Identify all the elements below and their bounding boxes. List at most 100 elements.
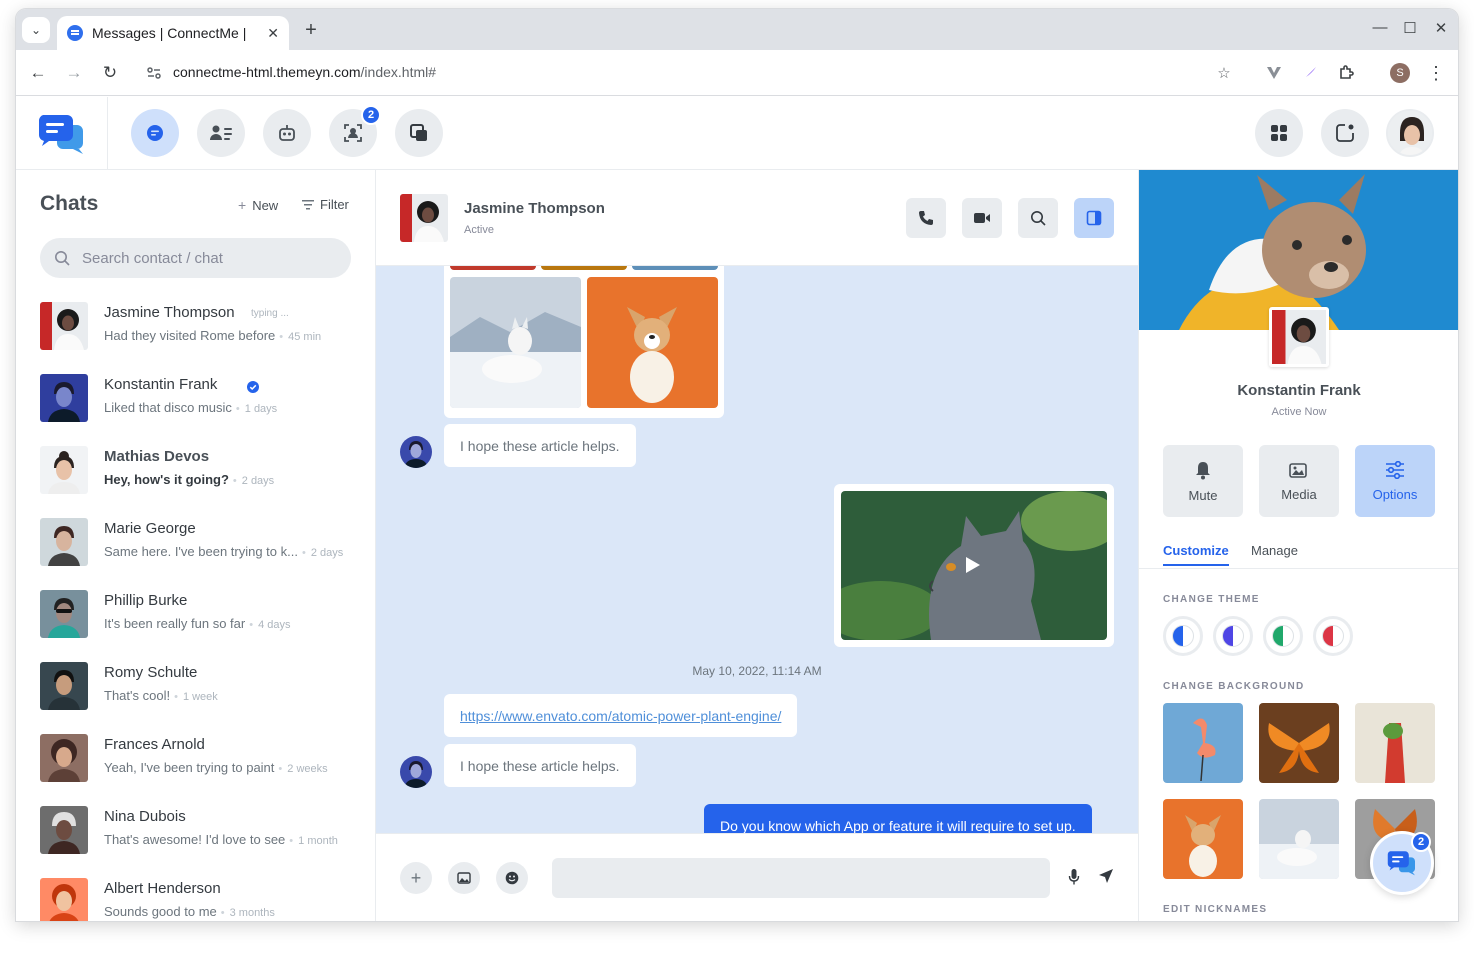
chat-list-item[interactable]: Jasmine Thompson typing ... Had they vis… (40, 298, 360, 354)
media-button[interactable]: Media (1259, 445, 1339, 517)
grid-icon (1271, 125, 1287, 141)
avatar[interactable] (400, 194, 448, 242)
chat-list-item[interactable]: Nina Dubois That's awesome! I'd love to … (40, 802, 360, 858)
add-attachment-button[interactable]: + (400, 862, 432, 894)
theme-indigo-option[interactable] (1213, 616, 1253, 656)
nav-stories-button[interactable] (395, 109, 443, 157)
sliders-icon (1386, 460, 1404, 479)
chat-list-item[interactable]: Marie George Same here. I've been trying… (40, 514, 360, 570)
chat-list-item[interactable]: Albert Henderson Sounds good to me3 mont… (40, 874, 360, 921)
chat-favicon-icon (67, 25, 83, 41)
video-icon (974, 213, 990, 223)
filter-icon (302, 199, 314, 209)
chat-list-item[interactable]: Phillip Burke It's been really fun so fa… (40, 586, 360, 642)
app-logo[interactable] (16, 97, 108, 170)
back-icon[interactable]: ← (28, 63, 48, 83)
search-messages-button[interactable] (1018, 198, 1058, 238)
tab-divider (1139, 568, 1458, 569)
background-frog-option[interactable] (1355, 703, 1435, 783)
mute-button[interactable]: Mute (1163, 445, 1243, 517)
new-tab-button[interactable]: + (299, 18, 323, 42)
nav-contacts-button[interactable] (197, 109, 245, 157)
voice-call-button[interactable] (906, 198, 946, 238)
notifications-button[interactable] (1321, 109, 1369, 157)
avatar (40, 662, 88, 710)
new-chat-button[interactable]: + New (238, 197, 278, 213)
extension-feather-icon[interactable] (1300, 63, 1320, 83)
wolf-dog-image[interactable] (450, 277, 581, 408)
user-avatar[interactable] (1386, 109, 1434, 157)
chat-list-item[interactable]: Mathias Devos Hey, how's it going?2 days (40, 442, 360, 498)
toggle-info-panel-button[interactable] (1074, 198, 1114, 238)
close-window-button[interactable]: ✕ (1431, 19, 1451, 37)
options-label: Options (1372, 486, 1418, 502)
avatar[interactable] (1269, 307, 1329, 367)
gallery-image[interactable] (450, 266, 536, 270)
chat-list-sidebar: Chats + New Filter Search contact / chat … (16, 170, 376, 921)
options-button[interactable]: Options (1355, 445, 1435, 517)
tab-customize[interactable]: Customize (1163, 543, 1229, 566)
browser-tab[interactable]: Messages | ConnectMe | ✕ (57, 16, 289, 50)
chat-list-item[interactable]: Romy Schulte That's cool!1 week (40, 658, 360, 714)
conversation-header: Jasmine Thompson Active (376, 170, 1138, 266)
cover-image (1139, 170, 1458, 330)
reload-icon[interactable]: ↻ (100, 63, 120, 83)
avatar (40, 374, 88, 422)
chat-list-item[interactable]: Konstantin Frank Liked that disco music1… (40, 370, 360, 426)
nav-chats-button[interactable] (131, 109, 179, 157)
gallery-image[interactable] (541, 266, 627, 270)
message-link[interactable]: https://www.envato.com/atomic-power-plan… (460, 708, 781, 724)
tab-manage[interactable]: Manage (1251, 543, 1298, 564)
extensions-puzzle-icon[interactable] (1336, 63, 1356, 83)
site-info-icon[interactable] (146, 65, 162, 81)
maximize-button[interactable]: ☐ (1400, 19, 1420, 37)
theme-green-option[interactable] (1263, 616, 1303, 656)
chat-name: Phillip Burke (104, 592, 188, 609)
emoji-button[interactable] (496, 862, 528, 894)
minimize-button[interactable]: — (1370, 19, 1390, 36)
background-corgi-option[interactable] (1163, 799, 1243, 879)
chat-list-item[interactable]: Frances Arnold Yeah, I've been trying to… (40, 730, 360, 786)
emoji-icon (505, 871, 519, 885)
avatar (40, 518, 88, 566)
chat-bubble-icon (147, 125, 163, 141)
robot-icon (279, 125, 295, 141)
corgi-puppy-image[interactable] (587, 277, 718, 408)
change-background-heading: CHANGE BACKGROUND (1163, 681, 1305, 692)
user-frame-icon (344, 124, 362, 142)
message-list[interactable]: I hope these article helps. May 10, 2022… (376, 266, 1138, 833)
gallery-image[interactable] (632, 266, 718, 270)
browser-menu-icon[interactable]: ⋮ (1426, 63, 1446, 83)
chat-name: Marie George (104, 520, 196, 537)
avatar (40, 878, 88, 921)
search-input[interactable]: Search contact / chat (40, 238, 351, 278)
extension-v-icon[interactable] (1264, 63, 1284, 83)
video-call-button[interactable] (962, 198, 1002, 238)
tab-search-button[interactable]: ⌄ (22, 17, 50, 43)
filter-button[interactable]: Filter (302, 197, 349, 212)
play-icon[interactable] (965, 556, 981, 574)
theme-blue-option[interactable] (1163, 616, 1203, 656)
background-wolf-option[interactable] (1259, 799, 1339, 879)
floating-chat-button[interactable]: 2 (1370, 831, 1434, 895)
url-path: /index.html# (360, 64, 437, 80)
send-icon[interactable] (1098, 868, 1114, 884)
url-host: connectme-html.themeyn.com (173, 64, 361, 80)
apps-grid-button[interactable] (1255, 109, 1303, 157)
close-tab-icon[interactable]: ✕ (267, 25, 279, 42)
message-input[interactable] (552, 858, 1050, 898)
avatar (400, 436, 432, 468)
add-image-button[interactable] (448, 862, 480, 894)
background-butterfly-option[interactable] (1259, 703, 1339, 783)
bookmark-star-icon[interactable]: ☆ (1214, 63, 1234, 83)
forward-icon[interactable]: → (64, 63, 84, 83)
nav-bot-button[interactable] (263, 109, 311, 157)
microphone-icon[interactable] (1068, 868, 1080, 886)
theme-swatch (1322, 625, 1344, 647)
contact-info-panel: Konstantin Frank Active Now Mute Media O… (1138, 170, 1458, 921)
background-flamingo-option[interactable] (1163, 703, 1243, 783)
theme-red-option[interactable] (1313, 616, 1353, 656)
nav-requests-button[interactable]: 2 (329, 105, 381, 157)
address-bar[interactable]: connectme-html.themeyn.com/index.html# (173, 64, 436, 80)
profile-avatar[interactable]: S (1390, 63, 1410, 83)
